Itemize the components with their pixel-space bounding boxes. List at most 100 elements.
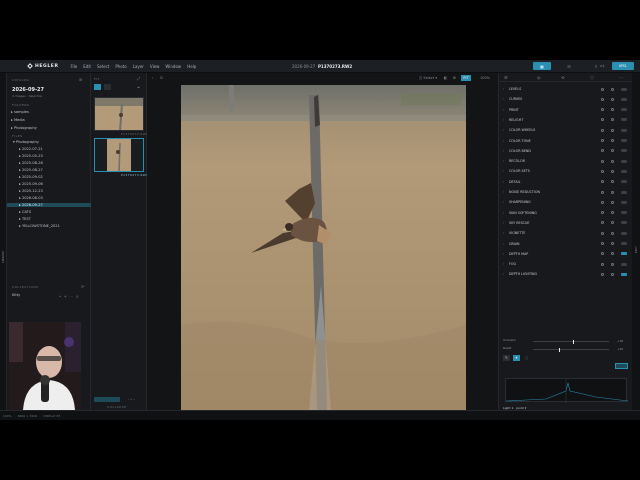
tree-item[interactable]: ▸ 2025-12-23	[19, 189, 43, 193]
tool-reset-icon[interactable]	[601, 128, 604, 132]
light-brush-icon[interactable]: ✎	[503, 355, 510, 361]
tree-item[interactable]: ▸ 2026-08-03	[19, 196, 43, 200]
tool-visibility-icon[interactable]	[611, 180, 614, 184]
depth-histogram[interactable]	[505, 378, 629, 403]
folder-photography[interactable]: ▸ Photography	[11, 126, 37, 130]
relief-track[interactable]	[533, 348, 609, 352]
edit-vertical-label[interactable]: EDIT	[634, 246, 638, 253]
tool-color-sets[interactable]: › COLOR SETS	[503, 167, 629, 175]
tool-reset-icon[interactable]	[601, 169, 604, 173]
tool-reset-icon[interactable]	[601, 118, 604, 122]
menu-help[interactable]: Help	[187, 64, 196, 69]
mode-library-button[interactable]: ▦	[533, 62, 551, 70]
tree-item[interactable]: ▸ 2025-08-27	[19, 168, 43, 172]
tool-toggle[interactable]	[621, 252, 627, 256]
tree-item-selected[interactable]: ▸ 2026-09-27	[7, 203, 91, 207]
thumbnail-1[interactable]	[94, 97, 144, 131]
tool-vignette[interactable]: › VIGNETTE	[503, 229, 629, 237]
tool-fog[interactable]: › FOG	[503, 260, 629, 268]
tool-toggle[interactable]	[621, 200, 627, 204]
light-point-icon[interactable]: ✦	[513, 355, 520, 361]
filmstrip-more-icon[interactable]: •+•	[128, 397, 136, 401]
tool-toggle[interactable]	[621, 139, 627, 142]
compare-select[interactable]: ◫ Select ▾	[419, 76, 437, 80]
light-apply-button[interactable]	[615, 363, 628, 369]
tool-visibility-icon[interactable]	[611, 262, 614, 266]
tool-toggle[interactable]	[621, 149, 627, 153]
tool-visibility-icon[interactable]	[611, 200, 614, 204]
fit-button[interactable]: FIT	[461, 75, 471, 81]
folder-samples[interactable]: ▸ samples	[11, 110, 29, 114]
tool-visibility-icon[interactable]	[611, 231, 614, 235]
menu-file[interactable]: File	[71, 64, 78, 69]
thumbnail-2-selected[interactable]	[94, 138, 144, 172]
ambient-slider[interactable]: Ambient +36	[503, 338, 629, 344]
tool-color-bend[interactable]: › COLOR BEND	[503, 147, 629, 155]
tool-reset-icon[interactable]	[601, 190, 604, 194]
crop-icon[interactable]: ⊡	[160, 76, 163, 80]
tool-relight[interactable]: › RELIGHT	[503, 116, 629, 124]
filmstrip-slider[interactable]	[94, 397, 120, 402]
tree-item[interactable]: ▸ CATS	[19, 210, 31, 214]
tool-visibility-icon[interactable]	[611, 252, 614, 256]
tab-layers-icon[interactable]: ☰	[504, 75, 508, 80]
tree-item[interactable]: ▸ TEST	[19, 217, 31, 221]
tool-reset-icon[interactable]	[601, 180, 604, 184]
tool-color-wheels[interactable]: › COLOR WHEELS	[503, 126, 629, 134]
tool-visibility-icon[interactable]	[611, 211, 614, 215]
tool-toggle[interactable]	[621, 231, 627, 235]
split-view-icon[interactable]: ◧	[444, 76, 447, 80]
folder-media[interactable]: ▸ Media	[11, 118, 25, 122]
ambient-knob[interactable]	[573, 340, 574, 344]
collection-kitty[interactable]: Kitty	[12, 293, 20, 297]
tree-item[interactable]: ▸ 2025-08-26	[19, 161, 43, 165]
tool-visibility-icon[interactable]	[611, 159, 614, 163]
tool-visibility-icon[interactable]	[611, 221, 614, 225]
tool-sharpening[interactable]: › SHARPENING	[503, 198, 629, 206]
relief-knob[interactable]	[559, 348, 560, 352]
tool-visibility-icon[interactable]	[611, 97, 614, 101]
tool-toggle[interactable]	[621, 159, 627, 163]
grid-view-button[interactable]	[94, 84, 101, 90]
tool-reset-icon[interactable]	[601, 139, 604, 142]
tool-reset-icon[interactable]	[601, 221, 604, 225]
tool-toggle[interactable]	[621, 169, 627, 173]
tool-reset-icon[interactable]	[601, 97, 604, 101]
collapse-button[interactable]: COLLAPSE	[107, 405, 127, 409]
tab-info-icon[interactable]: ⓘ	[590, 75, 594, 81]
tool-visibility-icon[interactable]	[611, 272, 614, 276]
expand-icon[interactable]: ⤢	[137, 76, 141, 81]
main-photo[interactable]	[181, 85, 466, 410]
tool-visibility-icon[interactable]	[611, 118, 614, 122]
tool-reset-icon[interactable]	[601, 108, 604, 112]
tool-visibility-icon[interactable]	[611, 139, 614, 142]
tool-reset-icon[interactable]	[601, 242, 604, 245]
tool-print[interactable]: › PRINT	[503, 106, 629, 114]
menu-view[interactable]: View	[150, 64, 160, 69]
tool-depth-lighting[interactable]: › DEPTH LIGHTING	[503, 270, 629, 278]
tab-more-icon[interactable]: ⋯	[619, 75, 623, 80]
tool-levels[interactable]: › LEVELS	[503, 85, 629, 93]
tool-toggle[interactable]	[621, 87, 627, 91]
menu-layer[interactable]: Layer	[133, 64, 144, 69]
tool-toggle[interactable]	[621, 272, 627, 276]
tool-toggle[interactable]	[621, 180, 627, 184]
menu-photo[interactable]: Photo	[115, 64, 126, 69]
tool-toggle[interactable]	[621, 108, 627, 112]
tool-visibility-icon[interactable]	[611, 190, 614, 194]
tool-toggle[interactable]	[621, 211, 627, 215]
tool-visibility-icon[interactable]	[611, 108, 614, 112]
tool-reset-icon[interactable]	[601, 200, 604, 204]
tool-skin-softening[interactable]: › SKIN SOFTENING	[503, 209, 629, 217]
tree-item[interactable]: ▸ 2022-07-21	[19, 147, 43, 151]
library-vertical-label[interactable]: LIBRARY	[1, 251, 5, 263]
tree-item[interactable]: ▸ 2025-05-23	[19, 154, 43, 158]
tool-reset-icon[interactable]	[601, 231, 604, 235]
tool-reset-icon[interactable]	[601, 252, 604, 256]
menu-select[interactable]: Select	[97, 64, 109, 69]
tool-reset-icon[interactable]	[601, 159, 604, 163]
tool-toggle[interactable]	[621, 118, 627, 122]
tool-grain[interactable]: › GRAIN	[503, 240, 629, 248]
tool-toggle[interactable]	[621, 190, 627, 194]
menu-window[interactable]: Window	[165, 64, 181, 69]
